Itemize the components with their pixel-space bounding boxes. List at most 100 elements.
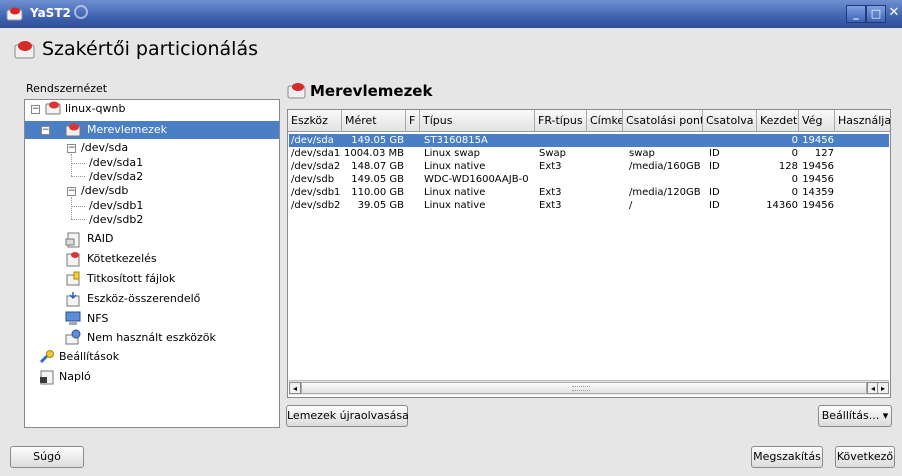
tree-item-naplo[interactable]: Napló [59, 368, 91, 386]
tree-expander[interactable]: − [31, 105, 40, 114]
cell-mount-by: ID [709, 161, 720, 172]
close-button[interactable]: ✕ [886, 5, 902, 23]
cell-size: 110.00 GB [351, 187, 404, 198]
cell-start: 0 [791, 148, 798, 159]
cell-size: 148.07 GB [351, 161, 404, 172]
cell-size: 149.05 GB [351, 135, 404, 146]
tree-item-kotetkezeles[interactable]: Kötetkezelés [87, 250, 157, 268]
nfs-icon [65, 311, 81, 325]
column-header[interactable]: FR-típus [535, 110, 587, 132]
tree-expander[interactable]: − [67, 144, 76, 153]
cell-device: /dev/sdb [291, 174, 335, 185]
cell-type: Linux native [424, 187, 486, 198]
cell-mount-point: /media/160GB [629, 161, 701, 172]
cell-mount-by: ID [709, 148, 720, 159]
tree-item-beallitasok[interactable]: Beállítások [59, 348, 119, 366]
table-row[interactable]: /dev/sdb1 110.00 GB Linux native Ext3 /m… [289, 186, 889, 199]
page-title: Szakértői particionálás [42, 38, 258, 60]
device-mapper-icon [66, 292, 80, 307]
settings-menu-button[interactable]: Beállítás... ▾ [818, 405, 892, 427]
table-row[interactable]: /dev/sdb 149.05 GB WDC-WD1600AAJB-0 0 19… [289, 173, 889, 186]
system-view-label: Rendszernézet [26, 82, 108, 95]
rescan-disks-button[interactable]: Lemezek újraolvasása [286, 405, 409, 427]
tree-expander[interactable]: − [67, 187, 76, 196]
tree-item-label: Merevlemezek [87, 123, 168, 136]
help-button[interactable]: Súgó [10, 446, 84, 468]
cell-end: 19456 [802, 174, 834, 185]
chevron-down-icon: ▾ [882, 409, 889, 422]
column-header[interactable]: Eszköz [288, 110, 342, 132]
computer-icon [45, 101, 61, 115]
cell-device: /dev/sdb1 [291, 187, 341, 198]
unused-devices-icon [65, 329, 81, 345]
scroll-left-icon[interactable]: ◂ [289, 382, 301, 394]
column-header[interactable]: Címke [587, 110, 623, 132]
cell-fs-type: Ext3 [539, 187, 562, 198]
window-titlebar: YaST2 _ □ ✕ [0, 0, 902, 28]
column-header[interactable]: Vég [799, 110, 835, 132]
table-row[interactable]: /dev/sdb2 39.05 GB Linux native Ext3 / I… [289, 199, 889, 212]
cell-type: ST3160815A [424, 135, 488, 146]
cell-fs-type: Ext3 [539, 161, 562, 172]
tree-item-dev-sdb2[interactable]: /dev/sdb2 [89, 211, 143, 229]
table-header: Eszköz Méret F Típus FR-típus Címke Csat… [288, 110, 890, 132]
tree-item-raid[interactable]: RAID [87, 230, 113, 248]
system-view-tree[interactable]: − linux-qwnb − Merevlemezek − /dev/sda /… [24, 99, 280, 428]
cell-mount-point: / [629, 200, 633, 211]
tree-item-titkositott-fajlok[interactable]: Titkosított fájlok [87, 270, 175, 288]
cell-end: 19456 [802, 135, 834, 146]
cell-start: 0 [791, 135, 798, 146]
partition-table[interactable]: Eszköz Méret F Típus FR-típus Címke Csat… [287, 109, 891, 398]
cell-mount-by: ID [709, 187, 720, 198]
minimize-button[interactable]: _ [846, 5, 866, 23]
yast-logo-icon [6, 7, 23, 21]
scrollbar-thumb[interactable] [301, 382, 867, 394]
harddisk-icon [65, 123, 81, 137]
column-header[interactable]: Típus [420, 110, 535, 132]
column-header[interactable]: Csatolva [703, 110, 757, 132]
cell-device: /dev/sdb2 [291, 200, 341, 211]
table-row[interactable]: /dev/sda2 148.07 GB Linux native Ext3 /m… [289, 160, 889, 173]
tree-item-eszkoz-osszerendelo[interactable]: Eszköz-összerendelő [87, 290, 200, 308]
maximize-button[interactable]: □ [866, 5, 886, 23]
sticky-icon[interactable] [74, 5, 88, 19]
cell-type: Linux native [424, 200, 486, 211]
tree-expander[interactable]: − [41, 126, 50, 135]
column-header[interactable]: F [406, 110, 420, 132]
tree-item-nfs[interactable]: NFS [87, 310, 108, 328]
log-icon [40, 370, 54, 385]
cell-fs-type: Ext3 [539, 200, 562, 211]
cell-type: Linux native [424, 161, 486, 172]
scroll-right-icon[interactable]: ▸ [877, 382, 889, 394]
column-header[interactable]: Csatolási pont [623, 110, 703, 132]
cell-start: 14360 [766, 200, 798, 211]
harddisks-icon [287, 83, 306, 99]
cell-start: 128 [778, 161, 798, 172]
encrypted-files-icon [66, 271, 80, 286]
cell-device: /dev/sda [291, 135, 334, 146]
cell-size: 149.05 GB [351, 174, 404, 185]
cell-size: 1004.03 MB [343, 148, 404, 159]
cell-end: 14359 [802, 187, 834, 198]
table-row[interactable]: /dev/sda1 1004.03 MB Linux swap Swap swa… [289, 147, 889, 160]
cell-mount-point: /media/120GB [629, 187, 701, 198]
column-header[interactable]: Kezdet [757, 110, 799, 132]
cell-size: 39.05 GB [357, 200, 404, 211]
column-header[interactable]: Méret [342, 110, 406, 132]
horizontal-scrollbar[interactable]: ◂ ◂ ▸ [289, 380, 889, 395]
volume-management-icon [66, 252, 80, 267]
cell-mount-point: swap [629, 148, 655, 159]
tree-item-nem-hasznalt-eszkozok[interactable]: Nem használt eszközök [87, 329, 216, 347]
cell-mount-by: ID [709, 200, 720, 211]
cell-type: Linux swap [424, 148, 480, 159]
column-header[interactable]: Használja [835, 110, 890, 132]
tree-item-linux-qwnb[interactable]: linux-qwnb [65, 100, 125, 118]
section-title: Merevlemezek [310, 82, 433, 100]
cell-end: 19456 [802, 161, 834, 172]
cell-end: 19456 [802, 200, 834, 211]
abort-button[interactable]: Megszakítás [751, 446, 823, 468]
next-button[interactable]: Következő [835, 446, 895, 468]
cell-device: /dev/sda1 [291, 148, 341, 159]
table-row[interactable]: /dev/sda 149.05 GB ST3160815A 0 19456 [289, 134, 889, 147]
settings-button-label: Beállítás... [821, 409, 880, 422]
